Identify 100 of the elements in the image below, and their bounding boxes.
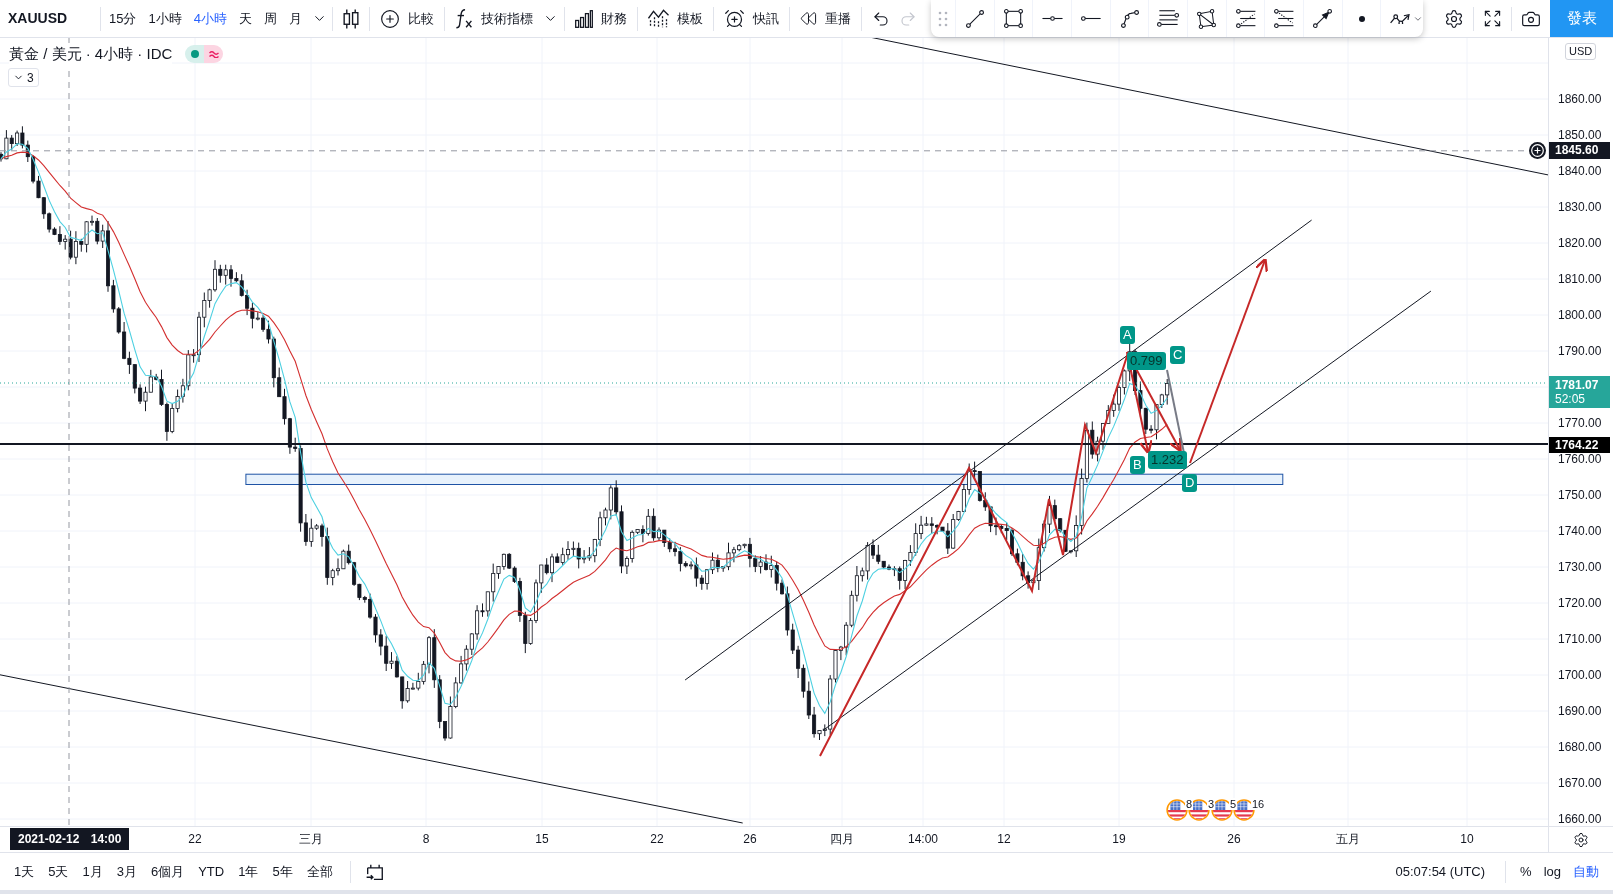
alarm-clock-icon [723, 8, 745, 29]
pattern-point-label: D [1182, 474, 1198, 492]
price-label: 1680.00 [1557, 740, 1603, 754]
line-price-tag: 1764.22 [1549, 437, 1610, 453]
scale-mode-button[interactable]: log [1537, 857, 1567, 886]
time-label: 五月 [1336, 832, 1360, 846]
time-label: 8 [422, 832, 430, 846]
indicators-button[interactable]: 技術指標 [444, 2, 564, 35]
price-label: 1820.00 [1557, 236, 1603, 250]
price-label: 1860.00 [1557, 92, 1603, 106]
price-label: 1760.00 [1557, 452, 1603, 466]
approx-wave-icon [204, 45, 224, 64]
scale-mode-button[interactable]: % [1514, 857, 1538, 886]
dotted-fan-icon [1274, 9, 1295, 28]
price-label: 1850.00 [1557, 128, 1603, 142]
time-label: 22 [650, 832, 664, 846]
time-label: 14:00 [908, 832, 938, 846]
event-count: 16 [1251, 798, 1266, 810]
last-price: 1781.07 [1555, 378, 1600, 392]
clock-label[interactable]: 05:07:54 (UTC) [1395, 861, 1486, 882]
time-label: 12 [997, 832, 1011, 846]
price-label: 1690.00 [1557, 704, 1603, 718]
price-label: 1720.00 [1557, 596, 1603, 610]
drag-handle-icon[interactable] [938, 10, 948, 27]
range-button[interactable]: 1年 [231, 857, 266, 886]
range-button[interactable]: 全部 [299, 857, 340, 886]
rewind-icon [799, 10, 817, 27]
calendar-arrow-icon [366, 863, 384, 880]
price-label: 1730.00 [1557, 560, 1603, 574]
price-label: 1770.00 [1557, 416, 1603, 430]
gear-icon [1573, 831, 1589, 848]
price-label: 1710.00 [1557, 632, 1603, 646]
fullscreen-icon [1483, 9, 1502, 28]
pattern-point-label: C [1170, 346, 1186, 364]
price-label: 1750.00 [1557, 488, 1603, 502]
parallel-lines-icon [1156, 10, 1180, 27]
interval-tab[interactable]: 1小時 [142, 2, 188, 35]
price-label: 1790.00 [1557, 344, 1603, 358]
horizontal-line-icon [1041, 16, 1063, 21]
curve-path-icon [1120, 9, 1139, 28]
financials-button[interactable]: 財務 [564, 2, 637, 35]
price-label: 1830.00 [1557, 200, 1603, 214]
bar-countdown: 52:05 [1555, 392, 1587, 406]
range-button[interactable]: YTD [191, 857, 232, 886]
interval-tab[interactable]: 天 [232, 2, 258, 35]
arrow-line-icon [1313, 9, 1333, 28]
rectangle-icon [1004, 9, 1023, 28]
scale-mode-button[interactable]: 自動 [1567, 857, 1605, 886]
crosshair-price-tag: 1845.60 [1549, 142, 1610, 159]
plus-circle-icon [379, 8, 400, 29]
price-label: 1660.00 [1557, 812, 1603, 826]
horizontal-ray-icon [1080, 16, 1101, 21]
line-chart-icon [647, 9, 669, 28]
symbol-search-button[interactable]: XAUUSD [0, 0, 100, 37]
range-button[interactable]: 1天 [7, 857, 42, 886]
replay-button[interactable]: 重播 [789, 2, 861, 35]
interval-tab[interactable]: 月 [282, 2, 308, 35]
function-icon [454, 8, 473, 29]
time-label: 15 [535, 832, 549, 846]
candlestick-icon [342, 8, 359, 29]
add-plus-icon[interactable] [1529, 142, 1546, 159]
bar-chart-icon [574, 9, 593, 28]
time-label: 19 [1112, 832, 1126, 846]
crosshair-time-tag: 2021-02-12 14:00 [10, 828, 130, 850]
templates-button[interactable]: 模板 [637, 2, 713, 35]
polygon-icon [1197, 8, 1217, 29]
time-label: 26 [743, 832, 757, 846]
range-button[interactable]: 1月 [75, 857, 110, 886]
range-button[interactable]: 6個月 [143, 857, 192, 886]
event-count: 8 [1185, 798, 1194, 810]
interval-tab[interactable]: 周 [257, 2, 283, 35]
interval-tab[interactable]: 4小時 [187, 2, 233, 35]
dotted-levels-icon [1235, 9, 1256, 28]
range-button[interactable]: 5年 [265, 857, 300, 886]
currency-label[interactable]: USD [1565, 43, 1597, 60]
settings-icon [1444, 8, 1464, 29]
trend-line-icon [965, 9, 984, 28]
time-label: 10 [1460, 832, 1474, 846]
alert-button[interactable]: 快訊 [713, 2, 789, 35]
event-count: 5 [1229, 798, 1238, 810]
price-label: 1740.00 [1557, 524, 1603, 538]
symbol-title: 黃金 / 美元 · 4小時 · IDC [9, 43, 173, 66]
time-label: 26 [1227, 832, 1241, 846]
range-button[interactable]: 5天 [41, 857, 76, 886]
price-label: 1700.00 [1557, 668, 1603, 682]
range-button[interactable]: 3月 [109, 857, 144, 886]
time-label: 三月 [299, 832, 323, 846]
time-label: 四月 [830, 832, 854, 846]
interval-tab[interactable]: 15分 [103, 2, 143, 35]
price-label: 1810.00 [1557, 272, 1603, 286]
dot-icon [1358, 15, 1365, 22]
zigzag-arrow-icon [1390, 13, 1411, 24]
price-label: 1800.00 [1557, 308, 1603, 322]
compare-button[interactable]: 比較 [369, 2, 444, 35]
price-label: 1840.00 [1557, 164, 1603, 178]
price-label: 1670.00 [1557, 776, 1603, 790]
collapse-indicators-button[interactable]: 3 [8, 68, 39, 87]
time-label: 22 [188, 832, 202, 846]
event-count: 3 [1207, 798, 1216, 810]
flag-icon[interactable] [1166, 799, 1188, 821]
